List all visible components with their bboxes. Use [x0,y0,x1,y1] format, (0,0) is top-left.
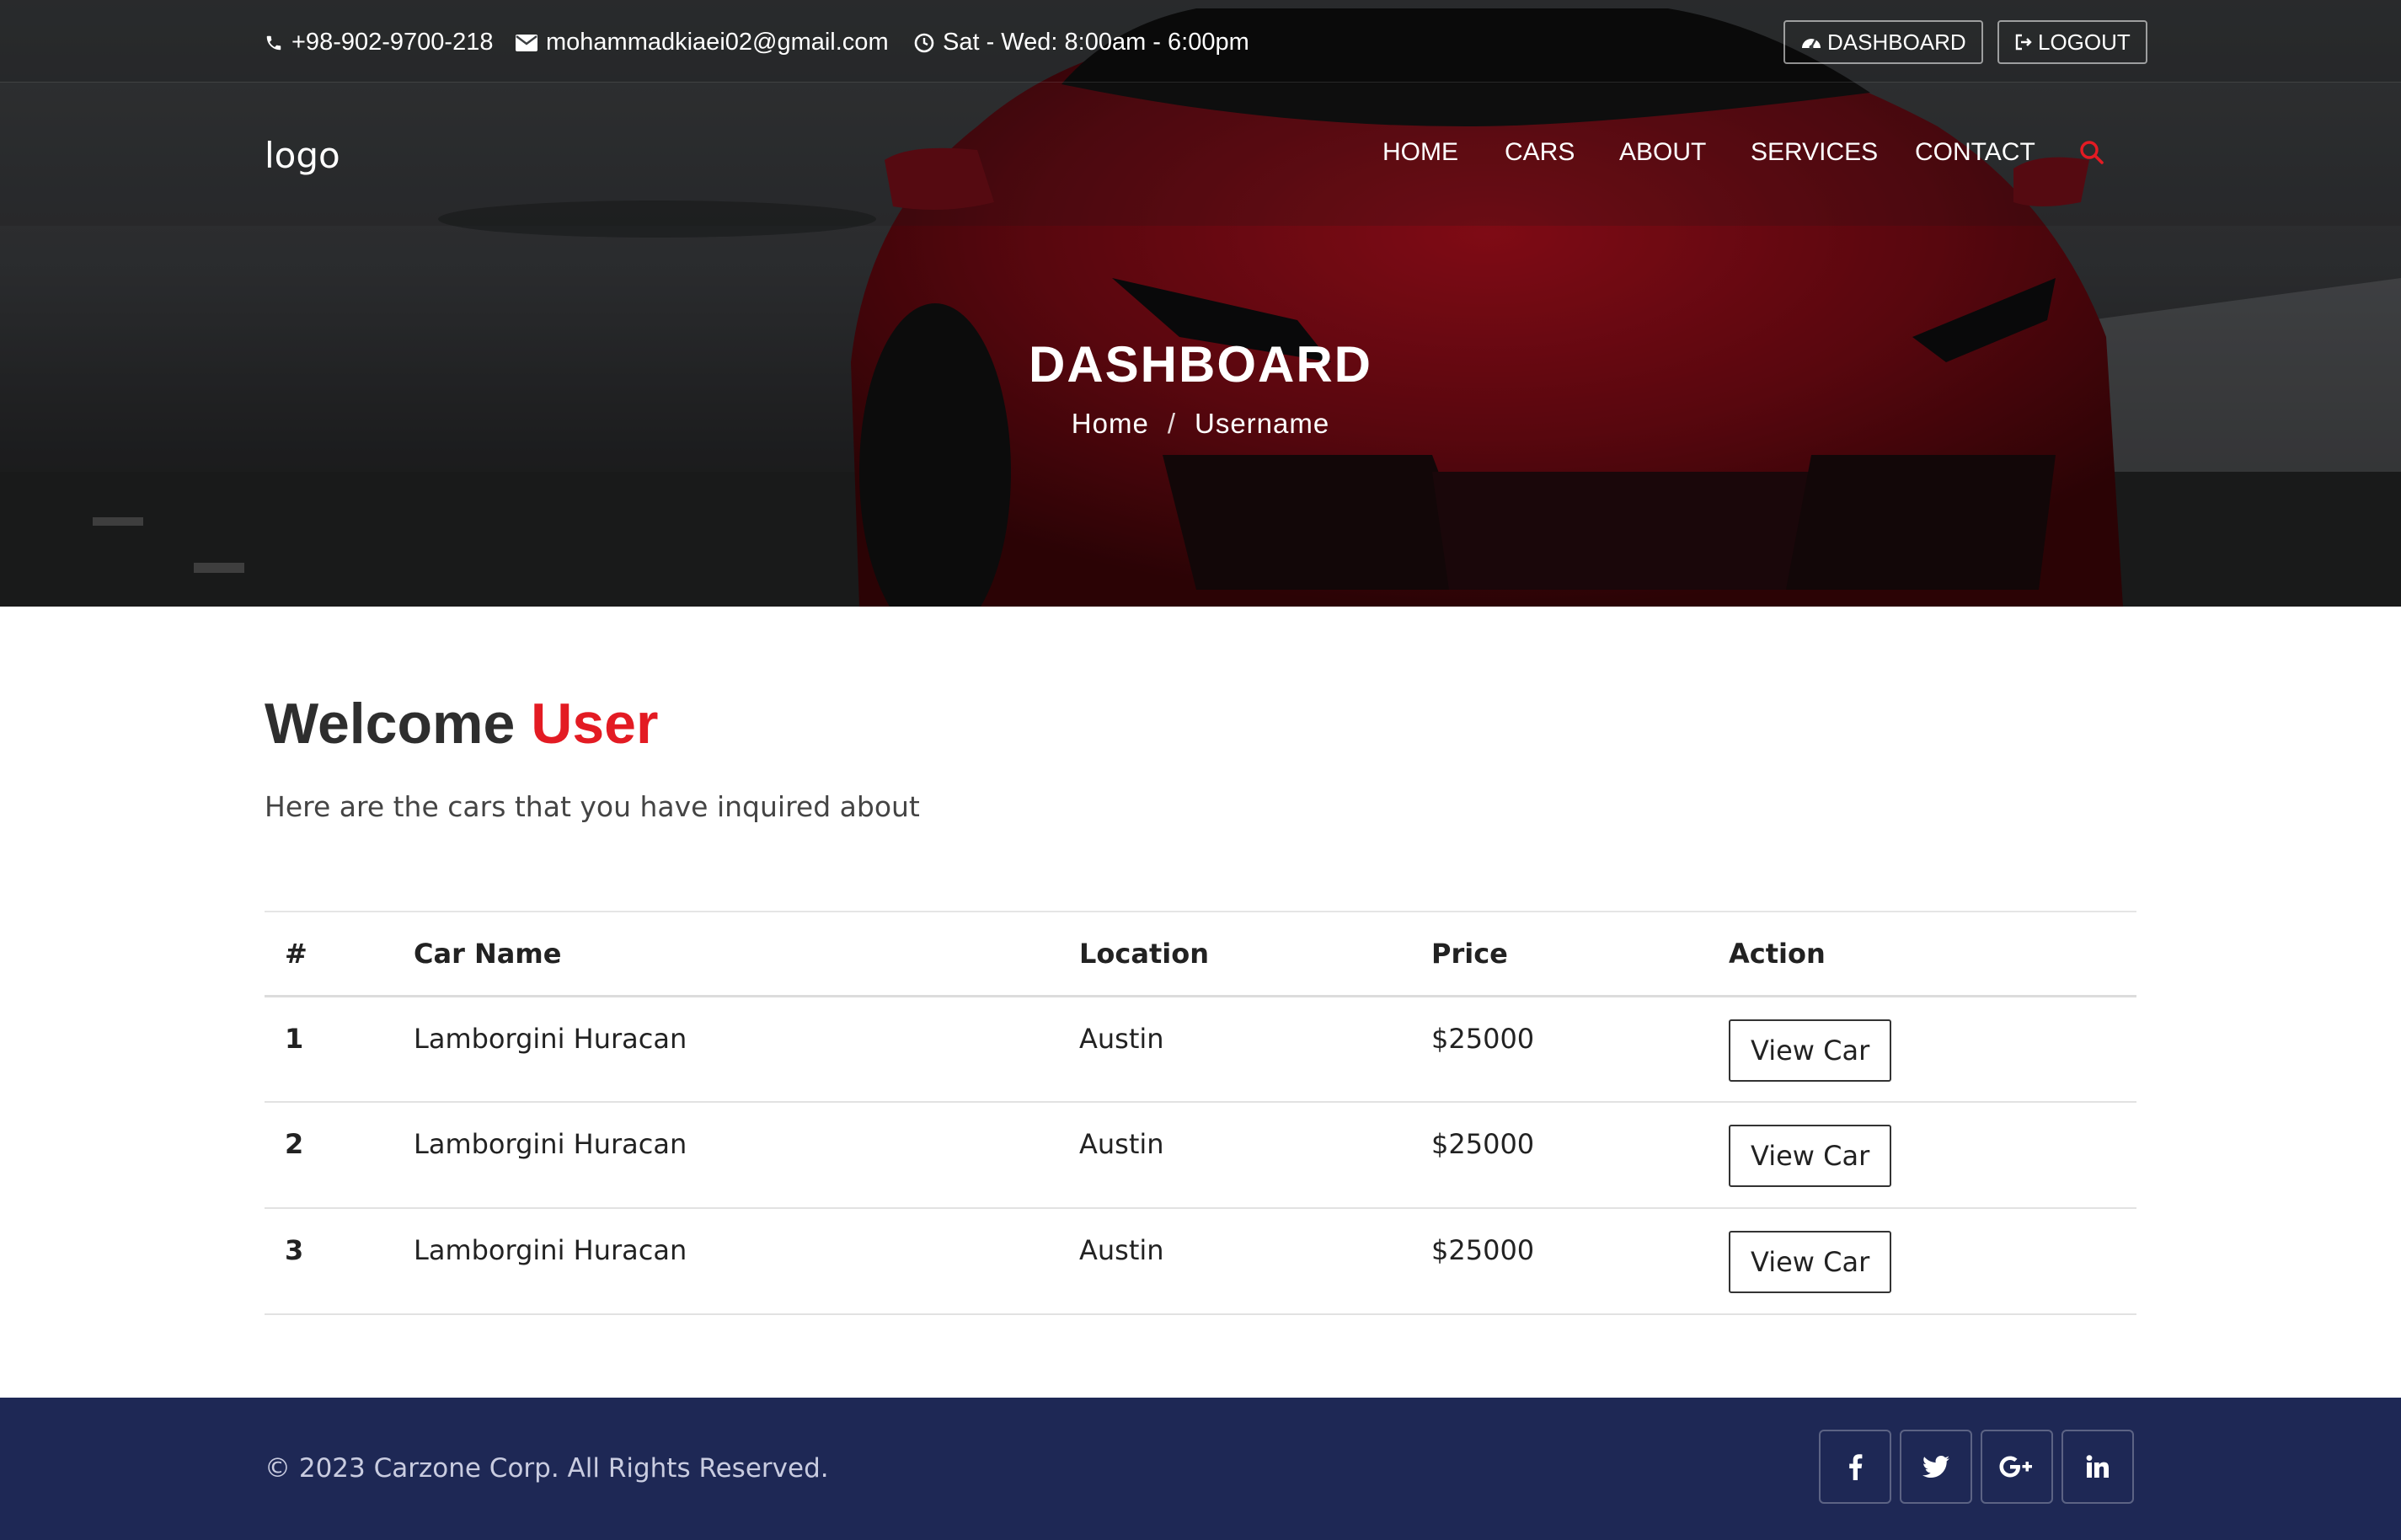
logout-label: LOGOUT [2038,29,2131,55]
envelope-icon [516,34,537,51]
row-number: 2 [265,1102,393,1209]
table-row: 3 Lamborgini Huracan Austin $25000 View … [265,1208,2136,1315]
view-car-button[interactable]: View Car [1729,1019,1892,1082]
nav-about[interactable]: ABOUT [1619,138,1706,167]
row-price: $25000 [1411,1102,1709,1209]
header-location: Location [1059,911,1411,997]
site-footer: © 2023 Carzone Corp. All Rights Reserved… [0,1398,2401,1540]
welcome-prefix: Welcome [265,692,516,756]
twitter-icon[interactable] [1900,1430,1972,1504]
row-location: Austin [1059,1208,1411,1315]
nav-home[interactable]: HOME [1382,138,1458,167]
nav-services[interactable]: SERVICES [1751,138,1878,167]
row-location: Austin [1059,1102,1411,1209]
header-action: Action [1709,911,2136,997]
row-car-name: Lamborgini Huracan [393,996,1059,1103]
dashboard-icon [1800,33,1822,51]
header-car-name: Car Name [393,911,1059,997]
logout-button[interactable]: LOGOUT [1997,20,2147,64]
row-price: $25000 [1411,1208,1709,1315]
row-action-cell: View Car [1709,1208,2136,1315]
phone-icon [265,34,283,52]
welcome-subtitle: Here are the cars that you have inquired… [265,790,920,823]
breadcrumb-separator: / [1167,408,1176,439]
row-number: 3 [265,1208,393,1315]
phone-info: +98-902-9700-218 [265,29,493,56]
view-car-button[interactable]: View Car [1729,1125,1892,1187]
hours-info: Sat - Wed: 8:00am - 6:00pm [914,29,1249,56]
page-title: DASHBOARD [1029,336,1372,393]
google-plus-icon[interactable] [1981,1430,2053,1504]
hero-banner: +98-902-9700-218 mohammadkiaei02@gmail.c… [0,0,2401,607]
welcome-username: User [531,692,659,756]
nav-contact[interactable]: CONTACT [1915,138,2035,167]
table-row: 2 Lamborgini Huracan Austin $25000 View … [265,1102,2136,1209]
breadcrumb-current: Username [1194,408,1330,439]
row-action-cell: View Car [1709,996,2136,1103]
row-car-name: Lamborgini Huracan [393,1102,1059,1209]
table-header-row: # Car Name Location Price Action [265,911,2136,997]
inquiries-table-container: # Car Name Location Price Action 1 Lambo… [265,911,2136,1315]
row-action-cell: View Car [1709,1102,2136,1209]
top-contact-bar: +98-902-9700-218 mohammadkiaei02@gmail.c… [0,0,2401,83]
copyright-text: © 2023 Carzone Corp. All Rights Reserved… [265,1453,829,1484]
clock-icon [914,33,934,53]
email-address[interactable]: mohammadkiaei02@gmail.com [546,29,889,56]
table-row: 1 Lamborgini Huracan Austin $25000 View … [265,996,2136,1103]
row-price: $25000 [1411,996,1709,1103]
inquiries-table: # Car Name Location Price Action 1 Lambo… [265,911,2136,1315]
row-number: 1 [265,996,393,1103]
email-info: mohammadkiaei02@gmail.com [516,29,889,56]
main-navbar: logo HOME CARS ABOUT SERVICES CONTACT [0,83,2401,226]
header-price: Price [1411,911,1709,997]
linkedin-icon[interactable] [2061,1430,2134,1504]
row-location: Austin [1059,996,1411,1103]
view-car-button[interactable]: View Car [1729,1231,1892,1293]
search-icon[interactable] [2079,140,2104,169]
nav-cars[interactable]: CARS [1505,138,1575,167]
nav-links: HOME CARS ABOUT SERVICES CONTACT [0,138,2401,172]
header-number: # [265,911,393,997]
dashboard-button[interactable]: DASHBOARD [1783,20,1983,64]
opening-hours: Sat - Wed: 8:00am - 6:00pm [943,29,1249,56]
welcome-heading: Welcome User [265,691,658,757]
dashboard-label: DASHBOARD [1827,29,1966,55]
breadcrumb: Home / Username [0,408,2401,440]
breadcrumb-home[interactable]: Home [1072,408,1149,439]
row-car-name: Lamborgini Huracan [393,1208,1059,1315]
facebook-icon[interactable] [1819,1430,1891,1504]
phone-number: +98-902-9700-218 [291,29,494,56]
logout-icon [2014,33,2033,51]
